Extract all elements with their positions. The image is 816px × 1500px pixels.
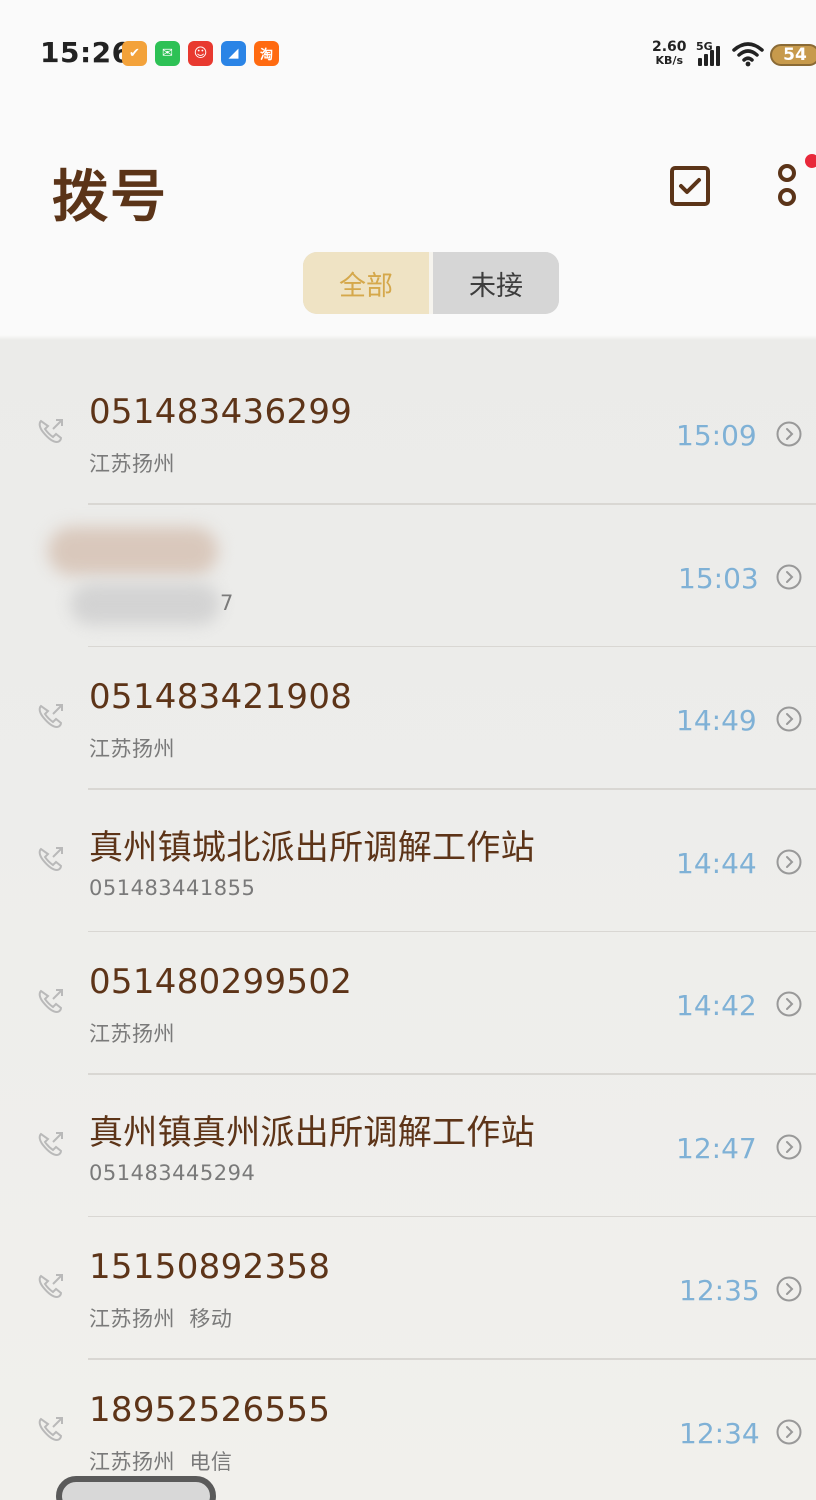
redacted-contact-blur <box>48 526 218 575</box>
call-log-row[interactable]: 051480299502 江苏扬州 14:42 <box>0 932 816 1075</box>
tab-missed[interactable]: 未接 <box>433 252 559 314</box>
caller-detail: 江苏扬州 移动 <box>89 1307 233 1331</box>
caller-detail: 051483441855 <box>89 875 256 900</box>
caller-name: 051480299502 <box>89 962 353 1002</box>
call-log-row[interactable]: 7 15:03 <box>0 505 816 647</box>
app-red-mascot-icon: ☺ <box>188 41 213 66</box>
page-title: 拨号 <box>52 165 168 230</box>
call-time: 15:09 <box>676 419 757 452</box>
call-log-list: 051483436299 江苏扬州 15:09 7 15:03 05148342… <box>0 362 816 1500</box>
caller-name: 真州镇真州派出所调解工作站 <box>89 1112 535 1153</box>
notification-icons: ✔ ✉ ☺ ◢ 淘 <box>122 41 279 66</box>
caller-detail: 江苏扬州 <box>89 737 175 761</box>
more-options-icon[interactable] <box>772 160 802 210</box>
caller-detail: 江苏扬州 <box>89 1022 175 1046</box>
app-blue-icon: ◢ <box>221 41 246 66</box>
call-details-icon[interactable] <box>776 564 802 590</box>
caller-name: 真州镇城北派出所调解工作站 <box>89 827 535 868</box>
notification-dot <box>805 154 816 168</box>
caller-detail: 江苏扬州 电信 <box>89 1449 233 1474</box>
app-orange-icon: ✔ <box>122 41 147 66</box>
home-gesture-handle[interactable] <box>56 1476 216 1500</box>
status-bar: 15:26 ✔ ✉ ☺ ◢ 淘 2.60 KB/s 5G 54 <box>0 0 816 100</box>
caller-detail: 江苏扬州 <box>89 452 175 476</box>
call-log-row[interactable]: 051483421908 江苏扬州 14:49 <box>0 647 816 790</box>
call-details-icon[interactable] <box>776 421 802 447</box>
wifi-icon <box>732 42 764 67</box>
network-speed: 2.60 KB/s <box>652 40 687 68</box>
outgoing-call-icon <box>38 1131 63 1156</box>
caller-detail: 7 <box>220 590 234 615</box>
caller-name: 15150892358 <box>89 1247 331 1287</box>
outgoing-call-icon <box>38 1416 63 1441</box>
caller-name: 051483421908 <box>89 677 353 717</box>
outgoing-call-icon <box>38 846 63 871</box>
call-time: 14:42 <box>676 989 757 1022</box>
outgoing-call-icon <box>38 419 63 444</box>
call-log-row[interactable]: 真州镇真州派出所调解工作站 051483445294 12:47 <box>0 1075 816 1217</box>
call-details-icon[interactable] <box>776 991 802 1017</box>
call-log-row[interactable]: 051483436299 江苏扬州 15:09 <box>0 362 816 505</box>
filter-tabs: 全部 未接 <box>303 252 559 314</box>
call-details-icon[interactable] <box>776 1134 802 1160</box>
caller-name: 051483436299 <box>89 392 353 432</box>
call-time: 15:03 <box>678 561 759 595</box>
call-details-icon[interactable] <box>776 1276 802 1302</box>
status-time: 15:26 <box>40 36 132 69</box>
network-speed-unit: KB/s <box>655 54 684 67</box>
outgoing-call-icon <box>38 1274 63 1299</box>
call-details-icon[interactable] <box>776 849 802 875</box>
call-details-icon[interactable] <box>776 706 802 732</box>
cellular-signal-icon: 5G <box>696 40 728 68</box>
call-time: 14:44 <box>676 846 757 880</box>
caller-name: 18952526555 <box>89 1389 331 1430</box>
wechat-icon: ✉ <box>155 41 180 66</box>
battery-indicator: 54 <box>770 44 816 66</box>
call-time: 12:47 <box>676 1131 757 1165</box>
call-log-screen: 15:26 ✔ ✉ ☺ ◢ 淘 2.60 KB/s 5G 54 拨号 全部 未接… <box>0 0 816 1500</box>
call-time: 12:34 <box>679 1416 760 1450</box>
tab-all[interactable]: 全部 <box>303 252 433 314</box>
call-log-row[interactable]: 真州镇城北派出所调解工作站 051483441855 14:44 <box>0 790 816 932</box>
call-log-row[interactable]: 15150892358 江苏扬州 移动 12:35 <box>0 1217 816 1360</box>
network-speed-value: 2.60 <box>652 39 687 55</box>
call-details-icon[interactable] <box>776 1419 802 1445</box>
caller-detail: 051483445294 <box>89 1160 256 1185</box>
outgoing-call-icon <box>38 989 63 1014</box>
multi-select-icon[interactable] <box>670 166 710 206</box>
redacted-number-blur <box>70 582 220 625</box>
call-time: 12:35 <box>679 1274 760 1307</box>
taobao-icon: 淘 <box>254 41 279 66</box>
outgoing-call-icon <box>38 704 63 729</box>
call-time: 14:49 <box>676 704 757 737</box>
